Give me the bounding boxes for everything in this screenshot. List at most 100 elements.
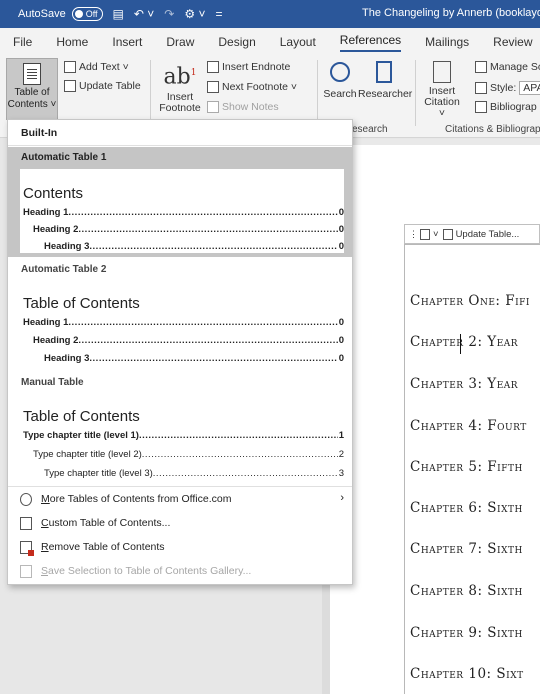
preview-line: Type chapter title (level 2)2	[33, 449, 344, 460]
preview-line: Type chapter title (level 3)3	[44, 468, 344, 479]
builtin-header: Built-In	[8, 120, 352, 146]
researcher-button[interactable]: Researcher	[358, 60, 412, 100]
preview-line: Heading 10	[23, 317, 344, 328]
insert-footnote-button[interactable]: ab1 Insert Footnote	[158, 58, 202, 114]
show-notes-button[interactable]: Show Notes	[207, 101, 279, 113]
manual-table-option[interactable]: Table of Contents Type chapter title (le…	[8, 394, 352, 486]
add-text-button[interactable]: Add Text ˅	[64, 61, 129, 73]
style-value[interactable]: APA	[519, 81, 540, 95]
toc-field-toolbar[interactable]: ⋮ ˅ Update Table...	[404, 224, 540, 244]
toc-chapter-entry[interactable]: Chapter 2: Year	[410, 334, 518, 350]
preview-line: Heading 20	[33, 224, 344, 235]
tab-home[interactable]: Home	[56, 35, 88, 49]
automatic-table-1-option[interactable]: Contents Heading 10 Heading 20 Heading 3…	[8, 167, 352, 257]
undo-icon[interactable]: ↶ ˅	[134, 7, 154, 21]
manage-sources-button[interactable]: Manage So	[475, 61, 540, 73]
preview-line: Heading 10	[23, 207, 344, 218]
researcher-icon	[376, 61, 392, 83]
autosave-toggle[interactable]: Off	[71, 7, 103, 21]
insert-endnote-button[interactable]: Insert Endnote	[207, 61, 290, 73]
ribbon-separator	[317, 60, 318, 126]
automatic-table-1-label: Automatic Table 1	[8, 147, 352, 167]
bibliography-button[interactable]: Bibliograp	[475, 101, 537, 113]
preview-title: Table of Contents	[23, 408, 140, 425]
toc-field-icon[interactable]	[420, 228, 430, 240]
manual-table-label: Manual Table	[21, 376, 84, 388]
tab-references[interactable]: References	[339, 33, 402, 52]
toc-chapter-entry[interactable]: Chapter 9: Sixth	[410, 625, 523, 641]
autosave-state: Off	[85, 9, 98, 19]
citations-group-label: Citations & Bibliograp	[445, 124, 540, 135]
toc-chapter-entry[interactable]: Chapter 6: Sixth	[410, 500, 523, 516]
toc-chapter-entry[interactable]: Chapter 10: Sixt	[410, 666, 524, 682]
toggle-knob-icon	[74, 10, 83, 18]
remove-document-icon	[20, 540, 34, 556]
toc-chapter-entry[interactable]: Chapter One: Fifi	[410, 293, 530, 309]
table-of-contents-button[interactable]: Table of Contents ˅	[6, 58, 58, 120]
research-group-label: esearch	[352, 124, 388, 135]
customize-icon[interactable]: ⚙ ˅	[184, 7, 205, 21]
style-label: Style:	[490, 82, 517, 94]
preview-title: Contents	[23, 185, 84, 202]
automatic-table-2-label: Automatic Table 2	[21, 263, 107, 275]
ribbon-tabs: File Home Insert Draw Design Layout Refe…	[0, 28, 540, 56]
preview-line: Type chapter title (level 1)1	[23, 430, 344, 441]
custom-toc-accesskey: C	[41, 517, 49, 529]
more-tables-menu-item[interactable]: More Tables of Contents from Office.com …	[8, 487, 352, 511]
save-selection-menu-item[interactable]: Save Selection to Table of Contents Gall…	[8, 559, 352, 583]
insert-endnote-icon	[207, 61, 219, 73]
save-selection-label: ave Selection to Table of Contents Galle…	[48, 565, 252, 577]
document-icon	[20, 516, 32, 530]
next-footnote-button[interactable]: Next Footnote ˅	[207, 81, 297, 93]
toc-chapter-entry[interactable]: Chapter 8: Sixth	[410, 583, 523, 599]
insert-footnote-line2: Footnote	[159, 102, 201, 115]
manage-sources-label: Manage So	[490, 61, 540, 73]
tab-design[interactable]: Design	[218, 35, 255, 49]
tab-file[interactable]: File	[13, 35, 32, 49]
update-table-field-button[interactable]: Update Table...	[456, 229, 520, 240]
tab-draw[interactable]: Draw	[166, 35, 194, 49]
toc-chapter-entry[interactable]: Chapter 3: Year	[410, 376, 518, 392]
toc-gallery-dropdown: Built-In Automatic Table 1 Contents Head…	[7, 119, 353, 585]
more-tables-accesskey: M	[41, 493, 50, 505]
toc-chapter-entry[interactable]: Chapter 4: Fourt	[410, 418, 527, 434]
bibliography-label: Bibliograp	[490, 101, 537, 113]
quick-access-more-icon[interactable]: =	[215, 7, 222, 21]
remove-toc-menu-item[interactable]: Remove Table of Contents	[8, 535, 352, 559]
citation-icon	[433, 61, 451, 83]
add-text-label: Add Text ˅	[79, 61, 129, 73]
preview-line: Heading 30	[44, 241, 344, 252]
update-table-button[interactable]: Update Table	[64, 80, 141, 92]
footnote-icon: ab1	[163, 64, 197, 90]
insert-citation-line2: Citation ˅	[424, 96, 460, 119]
redo-icon[interactable]: ↷	[164, 7, 174, 21]
document-title: The Changeling by Annerb (booklayout	[362, 7, 540, 19]
custom-toc-menu-item[interactable]: Custom Table of Contents...	[8, 511, 352, 535]
toc-label-line2: Contents ˅	[7, 99, 57, 110]
ribbon-separator	[150, 60, 151, 126]
search-icon	[330, 62, 350, 82]
tab-mailings[interactable]: Mailings	[425, 35, 469, 49]
save-icon[interactable]: ▤	[113, 7, 124, 21]
insert-citation-button[interactable]: Insert Citation ˅	[420, 60, 464, 119]
bibliography-icon	[475, 101, 487, 113]
tab-insert[interactable]: Insert	[112, 35, 142, 49]
automatic-table-2-option[interactable]: Table of Contents Heading 10 Heading 20 …	[8, 281, 352, 371]
preview-title: Table of Contents	[23, 295, 140, 312]
toc-chapter-entry[interactable]: Chapter 5: Fifth	[410, 459, 523, 475]
tab-layout[interactable]: Layout	[280, 35, 316, 49]
update-table-label: Update Table	[79, 80, 141, 92]
globe-icon	[20, 492, 32, 506]
next-footnote-label: Next Footnote ˅	[222, 81, 298, 93]
tab-review[interactable]: Review	[493, 35, 532, 49]
table-of-contents-icon	[23, 63, 41, 85]
text-cursor	[460, 334, 461, 354]
style-selector[interactable]: Style:APA	[475, 81, 540, 95]
search-button[interactable]: Search	[322, 60, 358, 100]
gallery-save-icon	[20, 564, 32, 578]
drag-handle-icon[interactable]: ⋮	[409, 229, 418, 240]
update-table-field-icon	[442, 228, 453, 240]
insert-endnote-label: Insert Endnote	[222, 61, 291, 73]
toc-chapter-entry[interactable]: Chapter 7: Sixth	[410, 541, 523, 557]
toc-field-chevron-icon[interactable]: ˅	[433, 229, 439, 240]
